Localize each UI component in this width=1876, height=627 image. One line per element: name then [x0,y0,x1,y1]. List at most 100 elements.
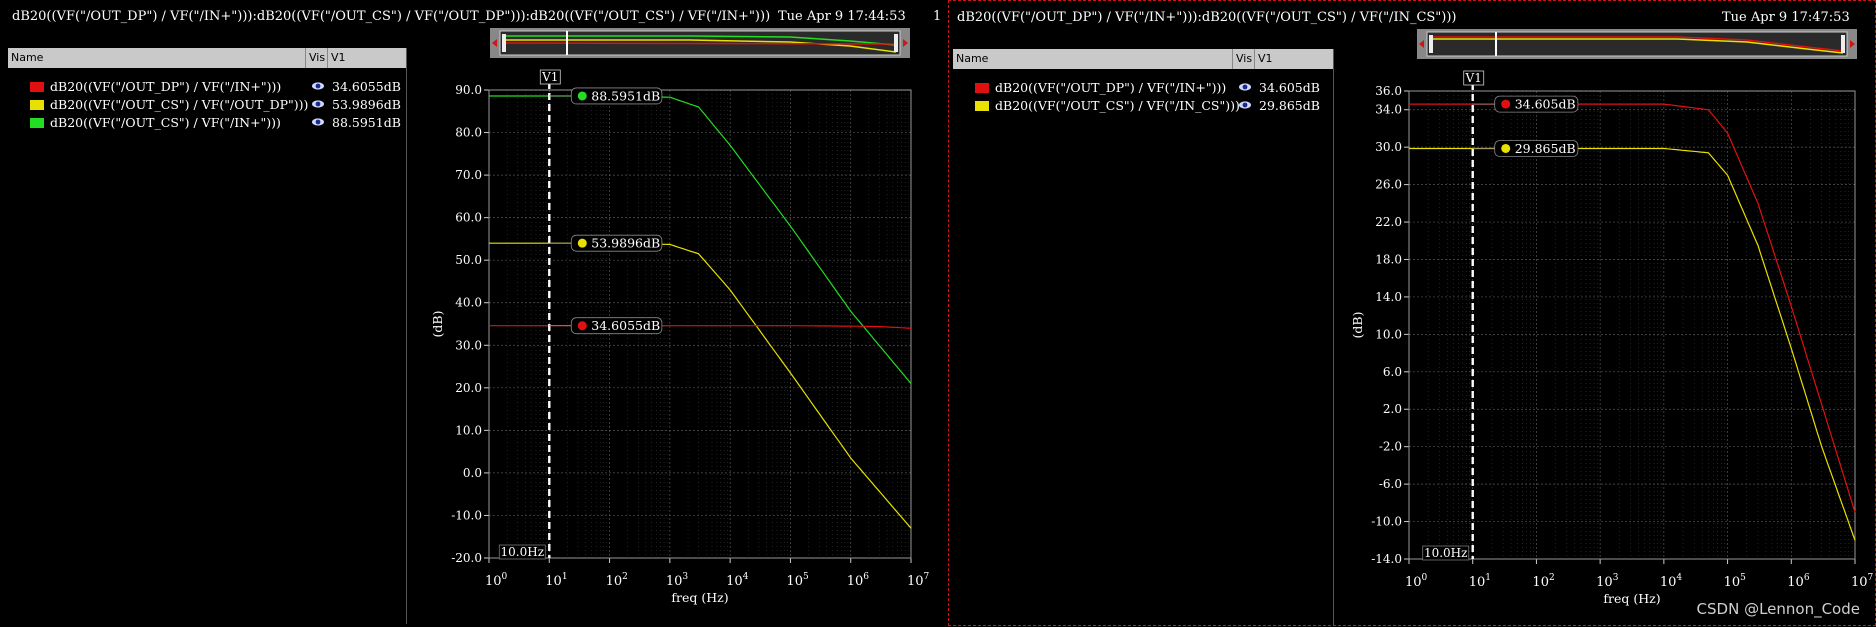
x-tick-label: 106 [847,572,870,589]
annotation-box [570,317,663,335]
y-tick-label: 10.0 [1375,327,1402,341]
trace-label: dB20((VF("/OUT_CS") / VF("/IN_CS"))) [995,98,1240,113]
series-line-2 [489,325,912,329]
plot-title: dB20((VF("/OUT_DP") / VF("/IN+"))):dB20(… [957,10,1457,25]
x-tick-exponent: 7 [924,572,930,582]
visibility-eye-icon[interactable] [311,116,325,128]
y-tick-label: 30.0 [455,338,482,352]
trace-color-swatch [975,83,989,93]
watermark: CSDN @Lennon_Code [1696,600,1860,618]
series-line-1 [1409,147,1856,541]
zoom-scrollbar[interactable] [490,28,910,58]
annotation-value: 34.605dB [1515,97,1576,112]
legend-row[interactable]: dB20((VF("/OUT_CS") / VF("/OUT_DP"))) 53.… [8,96,406,114]
legend-row[interactable]: dB20((VF("/OUT_CS") / VF("/IN+"))) 88.595… [8,114,406,132]
y-tick-label: 26.0 [1375,178,1402,192]
x-tick-label: 105 [786,572,809,589]
visibility-eye-icon[interactable] [1238,81,1252,93]
header-name[interactable]: Name [11,51,43,64]
visibility-eye-icon[interactable] [311,80,325,92]
trace-color-swatch [30,100,44,110]
y-tick-label: 90.0 [455,83,482,97]
x-tick-exponent: 7 [1868,573,1874,583]
marker-tag-box [1463,70,1485,86]
x-tick-label: 107 [907,572,930,589]
marker-name: V1 [541,70,558,84]
marker-value-annotation: 34.605dB [1472,95,1579,113]
y-tick-label: 22.0 [1375,215,1402,229]
trace-label: dB20((VF("/OUT_DP") / VF("/IN+"))) [995,80,1227,95]
x-tick-label: 106 [1787,573,1810,590]
header-name[interactable]: Name [956,52,988,65]
annotation-value: 88.5951dB [591,88,660,103]
marker-value-annotation: 88.5951dB [549,87,663,105]
marker-x-value: 10.0Hz [501,545,545,559]
y-tick-label: -6.0 [1379,477,1402,491]
marker-x-value: 10.0Hz [1424,546,1468,560]
series-line-1 [489,242,912,529]
annotation-box [1494,95,1579,113]
x-tick-exponent: 6 [863,572,869,582]
x-tick-exponent: 1 [1485,573,1491,583]
x-axis-label: freq (Hz) [671,590,728,605]
x-tick-label: 102 [606,572,628,589]
x-tick-label: 100 [1405,573,1428,590]
annotation-dot [1501,143,1511,153]
y-tick-label: -14.0 [1371,552,1402,566]
x-tick-exponent: 3 [682,572,688,582]
y-tick-label: 18.0 [1375,252,1402,266]
plot-number: 1 [933,9,942,24]
x-tick-exponent: 2 [1549,573,1555,583]
zoom-scrollbar[interactable] [1417,29,1857,59]
legend-row[interactable]: dB20((VF("/OUT_DP") / VF("/IN+"))) 34.605… [8,78,406,96]
y-tick-label: 60.0 [455,211,482,225]
y-axis-label: (dB) [430,311,445,338]
header-v1[interactable]: V1 [331,51,346,64]
x-tick-exponent: 3 [1613,573,1619,583]
grid [488,89,912,559]
header-vis[interactable]: Vis [309,51,325,64]
left-waveform-window: dB20((VF("/OUT_DP") / VF("/IN+"))):dB20(… [0,0,946,626]
x-tick-exponent: 4 [1676,573,1682,583]
y-tick-label: -10.0 [451,508,482,522]
y-tick-label: 70.0 [455,168,482,182]
marker-v1-tag: V1 [539,69,561,85]
annotation-box [1494,140,1579,157]
marker-v1-tag: V1 [1463,70,1485,86]
visibility-eye-icon[interactable] [311,98,325,110]
legend-row[interactable]: dB20((VF("/OUT_CS") / VF("/IN_CS"))) 29.8… [953,97,1333,115]
trace-label: dB20((VF("/OUT_DP") / VF("/IN+"))) [50,79,282,94]
visibility-eye-icon[interactable] [1238,99,1252,111]
trace-label: dB20((VF("/OUT_CS") / VF("/OUT_DP"))) [50,97,309,112]
x-axis-label: freq (Hz) [1603,591,1660,606]
y-tick-label: -2.0 [1379,440,1402,454]
annotation-box [570,234,663,252]
plot-date: Tue Apr 9 17:44:53 [778,9,906,24]
x-tick-label: 107 [1851,573,1874,590]
y-axis-label: (dB) [1350,312,1365,339]
x-tick-exponent: 5 [1740,573,1746,583]
legend-row[interactable]: dB20((VF("/OUT_DP") / VF("/IN+"))) 34.605… [953,79,1333,97]
trace-color-swatch [30,118,44,128]
annotation-value: 34.6055dB [591,318,660,333]
marker-value-annotation: 34.6055dB [549,317,663,335]
plot-date: Tue Apr 9 17:47:53 [1722,10,1850,25]
legend-panel: Name Vis V1 dB20((VF("/OUT_DP") / VF("/I… [8,48,407,624]
x-tick-label: 105 [1724,573,1747,590]
trace-v1-value: 34.6055dB [332,79,401,94]
annotation-box [570,87,663,105]
x-tick-label: 101 [1469,573,1491,590]
right-waveform-window: dB20((VF("/OUT_DP") / VF("/IN+"))):dB20(… [948,0,1876,626]
plot-frame [1408,90,1856,560]
x-tick-exponent: 6 [1804,573,1810,583]
y-tick-label: 30.0 [1375,140,1402,154]
plot-title: dB20((VF("/OUT_DP") / VF("/IN+"))):dB20(… [12,9,771,24]
header-vis[interactable]: Vis [1236,52,1252,65]
x-tick-exponent: 2 [622,572,628,582]
marker-name: V1 [1465,71,1482,85]
trace-color-swatch [30,82,44,92]
series-line-0 [489,95,912,384]
trace-v1-value: 88.5951dB [332,115,401,130]
header-v1[interactable]: V1 [1258,52,1273,65]
y-tick-label: 0.0 [463,466,482,480]
